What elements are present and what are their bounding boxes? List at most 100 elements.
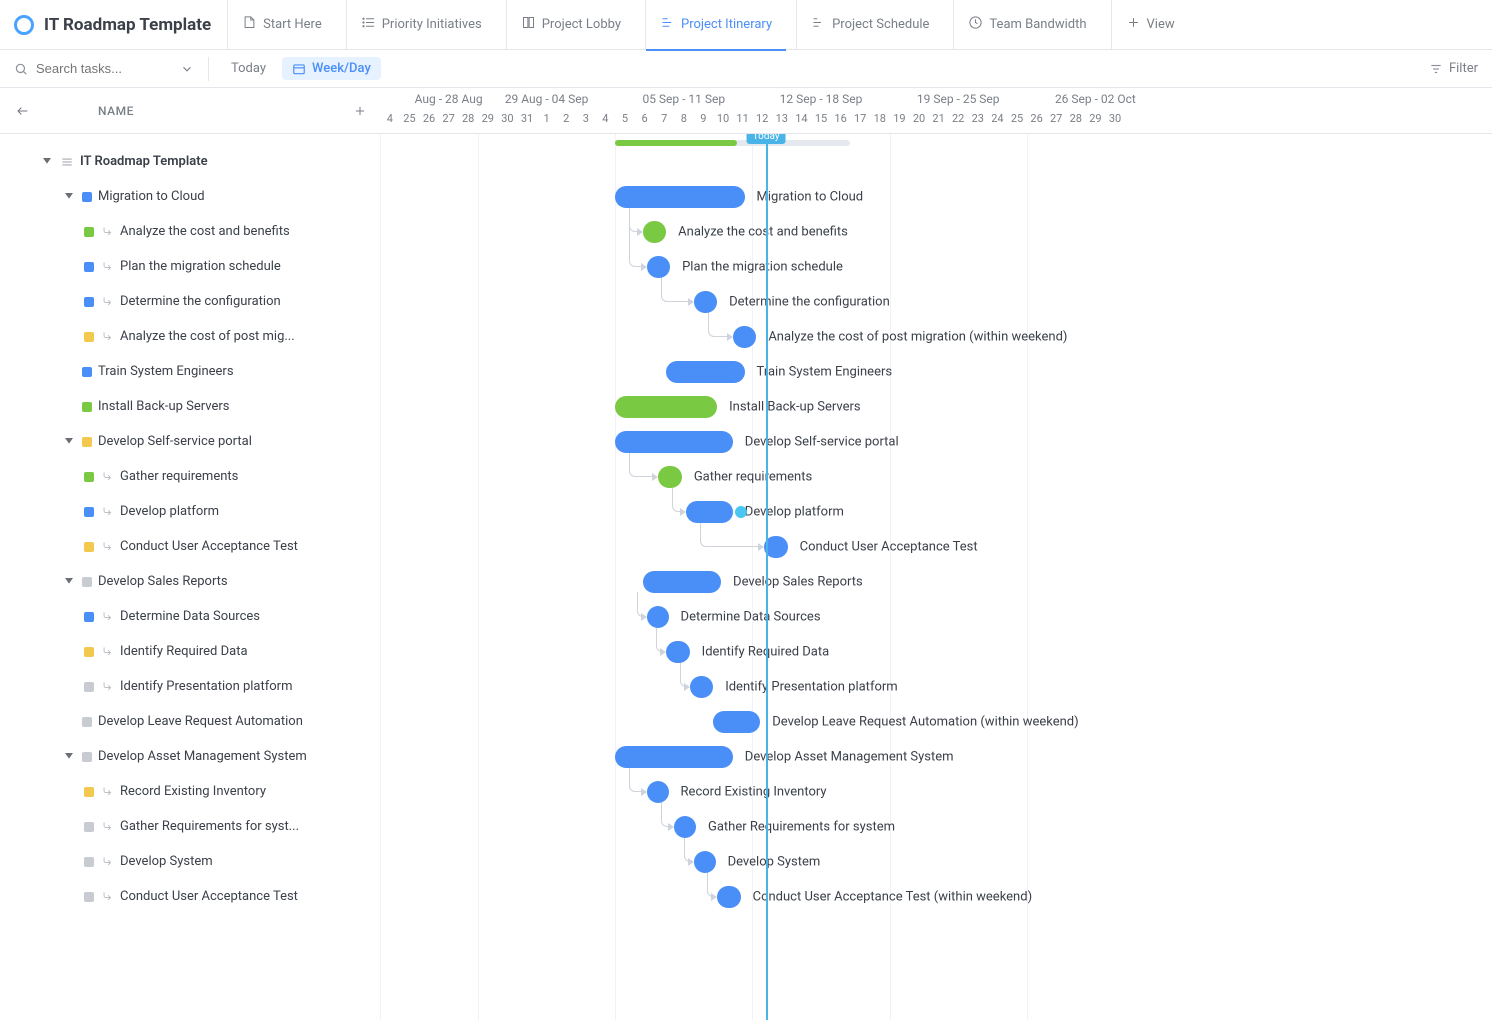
day-header: 14	[791, 112, 811, 134]
status-dot	[84, 822, 94, 832]
tree-row[interactable]: Gather Requirements for syst...	[0, 809, 380, 844]
tree-body[interactable]: IT Roadmap TemplateMigration to CloudAna…	[0, 134, 380, 1020]
today-line	[766, 134, 768, 1020]
tree-row-label: Conduct User Acceptance Test	[120, 889, 298, 904]
gantt-bar[interactable]	[647, 606, 669, 628]
gantt-bar[interactable]	[643, 571, 721, 593]
gantt-bar[interactable]	[643, 221, 667, 243]
filter-icon	[1429, 62, 1443, 76]
gantt-bar[interactable]	[694, 291, 718, 313]
tree-row[interactable]: Develop System	[0, 844, 380, 879]
tab-project-lobby[interactable]: Project Lobby	[506, 0, 635, 50]
tree-row[interactable]: Migration to Cloud	[0, 179, 380, 214]
tree-row-label: Develop Asset Management System	[98, 749, 307, 764]
week-header: 26 Sep - 02 Oct	[1027, 88, 1164, 112]
tree-row[interactable]: Develop Asset Management System	[0, 739, 380, 774]
gantt-bar[interactable]	[713, 711, 760, 733]
caret-icon[interactable]	[62, 190, 76, 204]
tab-view[interactable]: View	[1111, 0, 1189, 50]
search-input[interactable]	[34, 60, 174, 77]
tree-row[interactable]: Install Back-up Servers	[0, 389, 380, 424]
tab-priority-initiatives[interactable]: Priority Initiatives	[346, 0, 496, 50]
gantt-bar[interactable]	[674, 816, 696, 838]
timeline-body[interactable]: TodayMigration to CloudAnalyze the cost …	[380, 134, 1492, 1020]
week-header: 12 Sep - 18 Sep	[752, 88, 889, 112]
day-header: 27	[439, 112, 459, 134]
caret-placeholder	[62, 715, 76, 729]
tab-project-schedule[interactable]: Project Schedule	[796, 0, 943, 50]
app-logo-icon	[14, 15, 34, 35]
chevron-down-icon[interactable]	[180, 62, 194, 76]
caret-icon[interactable]	[40, 155, 54, 169]
gantt-bar-label: Gather requirements	[686, 469, 812, 484]
gantt-bar[interactable]	[647, 781, 669, 803]
collapse-sidebar-icon[interactable]	[14, 103, 30, 119]
gantt-bar-label: Analyze the cost and benefits	[670, 224, 848, 239]
tree-row[interactable]: Develop Self-service portal	[0, 424, 380, 459]
zoom-label: Week/Day	[312, 61, 371, 76]
add-column-button[interactable]	[350, 101, 370, 121]
day-header: 1	[537, 112, 557, 134]
today-button[interactable]: Today	[223, 57, 274, 80]
tree-row[interactable]: Conduct User Acceptance Test	[0, 879, 380, 914]
tree-row[interactable]: Develop platform	[0, 494, 380, 529]
tree-row[interactable]: Determine Data Sources	[0, 599, 380, 634]
gantt-bar[interactable]	[690, 676, 714, 698]
subtask-icon	[100, 785, 114, 799]
subtask-icon	[100, 330, 114, 344]
tree-row[interactable]: Analyze the cost of post mig...	[0, 319, 380, 354]
caret-placeholder	[62, 365, 76, 379]
tree-row[interactable]: Identify Required Data	[0, 634, 380, 669]
status-dot	[84, 682, 94, 692]
tree-row[interactable]: Analyze the cost and benefits	[0, 214, 380, 249]
gantt-bar[interactable]	[615, 746, 733, 768]
zoom-pill[interactable]: Week/Day	[282, 57, 381, 80]
tab-icon	[1126, 15, 1141, 34]
tab-icon	[242, 15, 257, 34]
caret-icon[interactable]	[62, 750, 76, 764]
subtask-icon	[100, 680, 114, 694]
tab-project-itinerary[interactable]: Project Itinerary	[645, 0, 786, 50]
gantt-bar[interactable]	[717, 886, 741, 908]
gantt-bar-label: Record Existing Inventory	[673, 784, 827, 799]
gantt-bar[interactable]	[658, 466, 682, 488]
gantt-bar[interactable]	[686, 501, 733, 523]
subtask-icon	[100, 610, 114, 624]
gantt-bar-label: Develop Leave Request Automation (within…	[764, 714, 1078, 729]
tree-row-label: Develop System	[120, 854, 213, 869]
gantt-bar[interactable]	[694, 851, 716, 873]
gantt-bar[interactable]	[615, 431, 733, 453]
tree-row[interactable]: Determine the configuration	[0, 284, 380, 319]
tree-row[interactable]: Develop Leave Request Automation	[0, 704, 380, 739]
gantt-bar[interactable]	[733, 326, 757, 348]
gantt-bar[interactable]	[615, 186, 744, 208]
tab-team-bandwidth[interactable]: Team Bandwidth	[953, 0, 1100, 50]
today-tag: Today	[747, 134, 786, 144]
gantt-bar[interactable]	[647, 256, 671, 278]
filter-button[interactable]: Filter	[1429, 61, 1478, 76]
tree-row[interactable]: Identify Presentation platform	[0, 669, 380, 704]
tree-row[interactable]: Record Existing Inventory	[0, 774, 380, 809]
tree-row[interactable]: Plan the migration schedule	[0, 249, 380, 284]
tab-icon	[521, 15, 536, 34]
tree-row[interactable]: Develop Sales Reports	[0, 564, 380, 599]
gantt-bar[interactable]	[615, 396, 717, 418]
day-header: 26	[419, 112, 439, 134]
tree-row[interactable]: Train System Engineers	[0, 354, 380, 389]
tree-row[interactable]: IT Roadmap Template	[0, 144, 380, 179]
tree-row-label: Develop Self-service portal	[98, 434, 252, 449]
tree-row-label: Identify Presentation platform	[120, 679, 293, 694]
subtask-icon	[100, 470, 114, 484]
tree-row-label: Install Back-up Servers	[98, 399, 230, 414]
gantt-bar[interactable]	[666, 641, 690, 663]
caret-icon[interactable]	[62, 575, 76, 589]
subtask-icon	[100, 855, 114, 869]
gantt-bar[interactable]	[666, 361, 744, 383]
caret-icon[interactable]	[62, 435, 76, 449]
tab-start-here[interactable]: Start Here	[227, 0, 336, 50]
day-header: 29	[478, 112, 498, 134]
tree-row[interactable]: Conduct User Acceptance Test	[0, 529, 380, 564]
timeline-pane[interactable]: Aug - 28 Aug29 Aug - 04 Sep05 Sep - 11 S…	[380, 88, 1492, 1020]
tree-row[interactable]: Gather requirements	[0, 459, 380, 494]
summary-progress-bar	[615, 140, 850, 146]
